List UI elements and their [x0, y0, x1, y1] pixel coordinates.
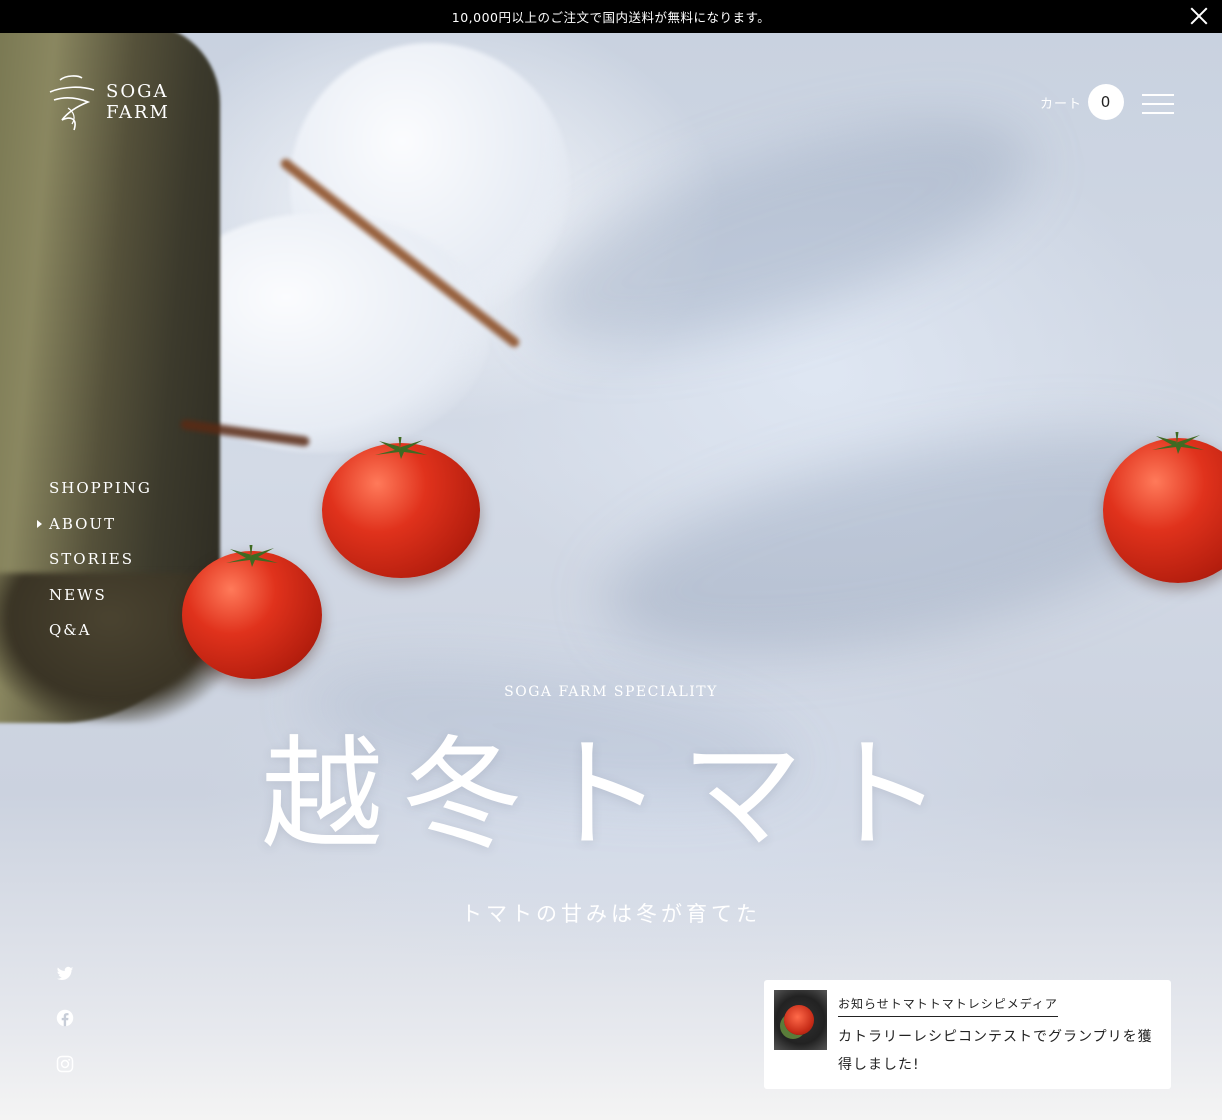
logo[interactable]: SOGA FARM: [48, 72, 170, 132]
cart-label: カート: [1040, 96, 1083, 112]
news-title[interactable]: カトラリーレシピコンテストでグランプリを獲得しました!: [838, 1023, 1158, 1079]
cart-button[interactable]: カート 0: [1040, 84, 1125, 120]
snow-shadow: [508, 76, 1052, 390]
hero-tagline: トマトの甘みは冬が育てた: [461, 902, 761, 926]
side-nav: SHOPPING ABOUT STORIES NEWS Q&A: [37, 477, 152, 655]
close-icon[interactable]: [1190, 7, 1208, 25]
logo-text: SOGA FARM: [106, 81, 170, 123]
tomato: [322, 437, 480, 578]
soga-farm-logo-mark-icon: [49, 75, 95, 131]
instagram-icon[interactable]: [56, 1055, 74, 1073]
calyx-icon: [226, 545, 278, 567]
logo-text-line1: SOGA: [106, 81, 169, 102]
nav-item-qa[interactable]: Q&A: [49, 619, 152, 655]
calyx-icon: [375, 437, 427, 459]
hero-section: [0, 33, 1222, 1120]
hamburger-icon[interactable]: [1142, 94, 1174, 114]
tomato: [182, 545, 322, 679]
logo-text-line2: FARM: [106, 102, 170, 123]
nav-item-about[interactable]: ABOUT: [37, 513, 152, 549]
calyx-icon: [1152, 432, 1204, 454]
hero-title: 越冬トマト: [261, 724, 961, 866]
cart-count-badge: 0: [1088, 84, 1125, 120]
announcement-bar: 10,000円以上のご注文で国内送料が無料になります。: [0, 0, 1222, 33]
nav-item-stories[interactable]: STORIES: [49, 548, 152, 584]
facebook-icon[interactable]: [56, 1009, 74, 1027]
announcement-text: 10,000円以上のご注文で国内送料が無料になります。: [451, 10, 771, 25]
nav-item-news[interactable]: NEWS: [49, 584, 152, 620]
hero-kicker: SOGA FARM SPECIALITY: [504, 684, 718, 700]
news-thumbnail: [774, 990, 827, 1050]
news-tags[interactable]: お知らせトマトトマトレシピメディア: [838, 995, 1058, 1017]
nav-item-shopping[interactable]: SHOPPING: [49, 477, 152, 513]
news-card[interactable]: お知らせトマトトマトレシピメディア カトラリーレシピコンテストでグランプリを獲得…: [764, 980, 1171, 1089]
twitter-icon[interactable]: [56, 965, 74, 983]
